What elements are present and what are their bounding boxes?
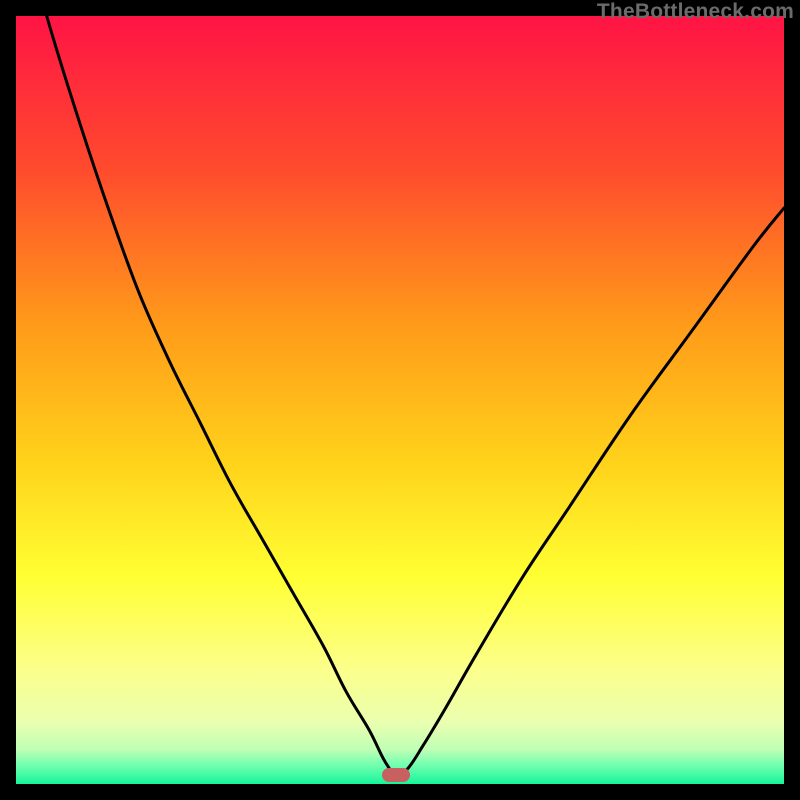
chart-frame: TheBottleneck.com bbox=[0, 0, 800, 800]
optimum-marker bbox=[382, 768, 410, 782]
bottleneck-curve bbox=[16, 16, 784, 784]
watermark-text: TheBottleneck.com bbox=[597, 0, 794, 24]
plot-area bbox=[16, 16, 784, 784]
